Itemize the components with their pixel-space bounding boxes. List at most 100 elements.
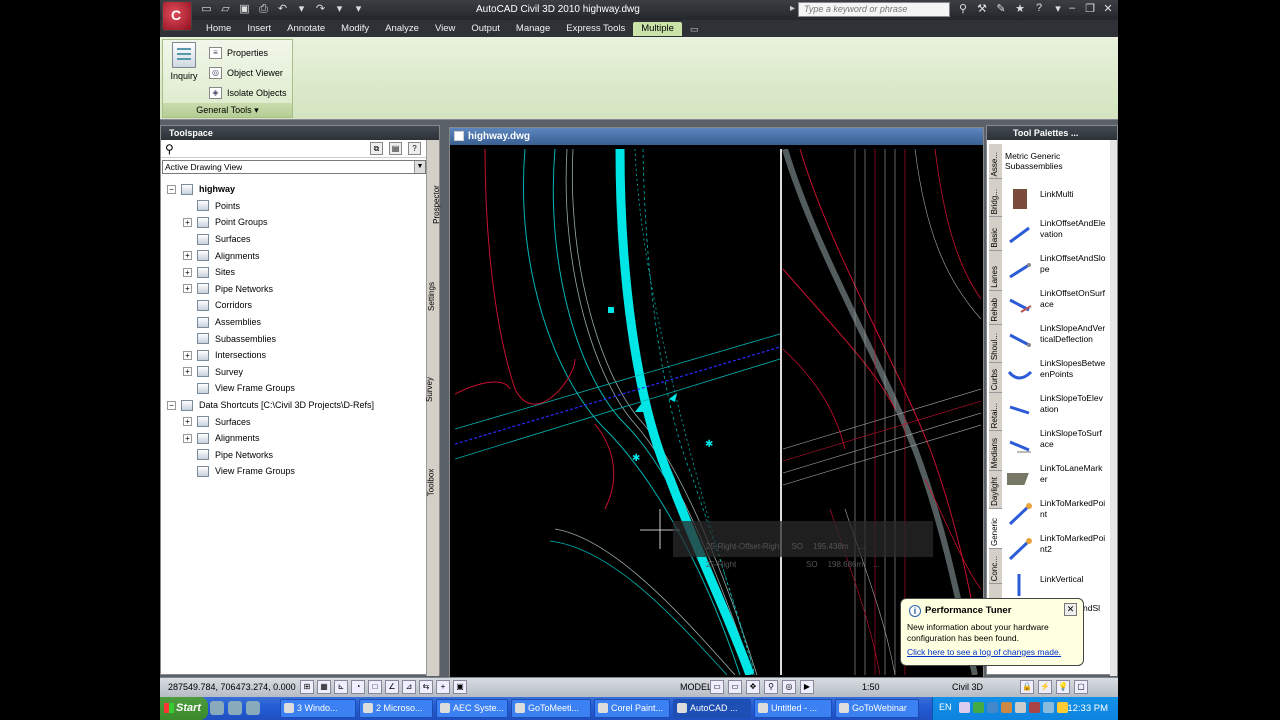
panel-footer-general-tools[interactable]: General Tools ▾ [163,103,292,117]
taskbar-button[interactable]: GoToMeeti... [511,699,591,718]
polar-icon[interactable]: ◔ [351,680,365,694]
palette-tool-linkoffsetandslope[interactable]: LinkOffsetAndSlope [1005,253,1106,285]
drawing-window[interactable]: highway.dwg ✱ ✱ 25-Right-Offset-Right SO… [449,127,984,678]
showmotion-icon[interactable]: ▶ [800,680,814,694]
clean-screen-icon[interactable]: ▢ [1074,680,1088,694]
tree-node[interactable]: + Alignments [161,430,426,447]
taskbar-button[interactable]: 2 Microso... [359,699,433,718]
undo-icon[interactable]: ↶ [276,3,289,16]
lineweight-icon[interactable]: + [436,680,450,694]
tree-node[interactable]: View Frame Groups [161,380,426,397]
communication-icon[interactable]: ✎ [994,2,1008,15]
palette-tool-linkoffsetonsurface[interactable]: LinkOffsetOnSurface [1005,288,1105,320]
expand-icon[interactable]: + [183,417,192,427]
tray-icon[interactable] [1015,702,1026,713]
annotation-scale[interactable]: 1:50 [862,682,880,692]
tree-node[interactable]: + Pipe Networks [161,281,426,298]
ducs-icon[interactable]: ⊿ [402,680,416,694]
palette-tool-linkslopetosurface[interactable]: LinkSlopeToSurface [1005,428,1105,460]
lock-icon[interactable]: 🔒 [1020,680,1034,694]
inquiry-button[interactable]: Inquiry [167,42,201,81]
favorites-icon[interactable]: ★ [1013,2,1027,15]
tab-view[interactable]: View [427,22,463,36]
tab-toolbox[interactable]: Toolbox [426,438,440,528]
tray-icon[interactable] [987,702,998,713]
palette-tab-basic[interactable]: Basic [989,217,1002,251]
expand-icon[interactable]: + [183,251,192,261]
palette-tool-linkslopesbetweenpoints[interactable]: LinkSlopesBetweenPoints [1005,358,1105,390]
firefox-icon[interactable] [228,701,242,715]
tab-settings[interactable]: Settings [427,252,440,342]
tab-manage[interactable]: Manage [508,22,558,36]
steering-wheel-icon[interactable]: ◎ [782,680,796,694]
layout2-icon[interactable]: ▭ [728,680,742,694]
palette-tab-rehab[interactable]: Rehab [989,291,1002,325]
application-menu-button[interactable]: C [162,1,192,31]
palette-tab-medians[interactable]: Medians [989,431,1002,471]
dropdown-icon[interactable]: ▾ [295,3,308,16]
close-icon[interactable]: ✕ [1102,2,1114,15]
collapse-icon[interactable]: − [167,400,176,410]
customize-icon[interactable]: ▾ [352,3,365,16]
osnap-icon[interactable]: □ [368,680,382,694]
toggle-view-icon[interactable]: ▤ [389,142,402,155]
start-button[interactable]: Start [160,697,208,720]
tree-node[interactable]: + Survey [161,364,426,381]
tab-survey[interactable]: Survey [425,345,440,435]
isolate-objects-button[interactable]: ◈ Isolate Objects [209,83,287,103]
expand-icon[interactable]: + [183,433,192,443]
tree-node[interactable]: − highway [161,181,426,198]
search-input[interactable]: Type a keyword or phrase [798,2,950,17]
tab-modify[interactable]: Modify [333,22,377,36]
taskbar-button[interactable]: Untitled - ... [754,699,832,718]
tree-node[interactable]: Corridors [161,297,426,314]
palette-scrollbar[interactable] [1110,140,1117,676]
zoom-icon[interactable]: ⚲ [764,680,778,694]
palette-tool-linktomarkedpoint[interactable]: LinkToMarkedPoint [1005,498,1105,530]
dropdown-icon[interactable]: ▾ [333,3,346,16]
tree-node[interactable]: Surfaces [161,231,426,248]
tray-icon[interactable] [973,702,984,713]
taskbar-button[interactable]: AutoCAD ... [673,699,751,718]
palette-tab-daylight[interactable]: Daylight [989,471,1002,509]
taskbar-button[interactable]: Corel Paint... [594,699,670,718]
tree-node[interactable]: + Surfaces [161,413,426,430]
palette-tool-linkoffsetandelevation[interactable]: LinkOffsetAndElevation [1005,218,1106,250]
ortho-icon[interactable]: ⊾ [334,680,348,694]
palette-tool-linkslopetoelevation[interactable]: LinkSlopeToElevation [1005,393,1105,425]
help-icon[interactable]: ? [408,142,421,155]
palette-tool-linktolanemarker[interactable]: LinkToLaneMarker [1005,463,1105,495]
restore-icon[interactable]: ❐ [1084,2,1096,15]
tree-node[interactable]: − Data Shortcuts [C:\Civil 3D Projects\D-… [161,397,426,414]
save-icon[interactable]: ▣ [238,3,251,16]
taskbar-button[interactable]: GoToWebinar [835,699,919,718]
open-icon[interactable]: ▱ [219,3,232,16]
palette-tool-linkmulti[interactable]: LinkMulti [1005,183,1105,215]
tab-home[interactable]: Home [198,22,239,36]
properties-button[interactable]: ≡ Properties [209,43,287,63]
balloon-link[interactable]: Click here to see a log of changes made. [907,647,1077,657]
magnifier-icon[interactable]: ⚲ [165,142,174,156]
tab-insert[interactable]: Insert [239,22,279,36]
outlook-icon[interactable] [246,701,260,715]
expand-icon[interactable]: + [183,367,192,377]
palette-tool-linkslopeandverticaldeflection[interactable]: LinkSlopeAndVerticalDeflection [1005,323,1105,355]
palette-tab-retai[interactable]: Retai... [989,393,1002,431]
palette-tab-bridg[interactable]: Bridg... [989,179,1002,217]
tree-node[interactable]: View Frame Groups [161,463,426,480]
minimize-ribbon-icon[interactable]: ▭ [690,22,699,36]
taskbar-button[interactable]: AEC Syste... [436,699,508,718]
model-toggle[interactable]: MODEL [680,682,712,692]
palette-tool-linkvertical[interactable]: LinkVertical [1005,568,1105,600]
collapse-icon[interactable]: − [167,184,176,194]
snap-icon[interactable]: ⊞ [300,680,314,694]
expand-icon[interactable]: + [183,350,192,360]
tray-icon[interactable] [959,702,970,713]
expand-icon[interactable]: + [183,267,192,277]
qp-icon[interactable]: ▣ [453,680,467,694]
tree-node[interactable]: + Sites [161,264,426,281]
tree-node[interactable]: + Alignments [161,247,426,264]
palette-tab-conc[interactable]: Conc... [989,549,1002,584]
binoculars-icon[interactable]: ⚲ [956,2,970,15]
expand-icon[interactable]: + [183,284,192,294]
